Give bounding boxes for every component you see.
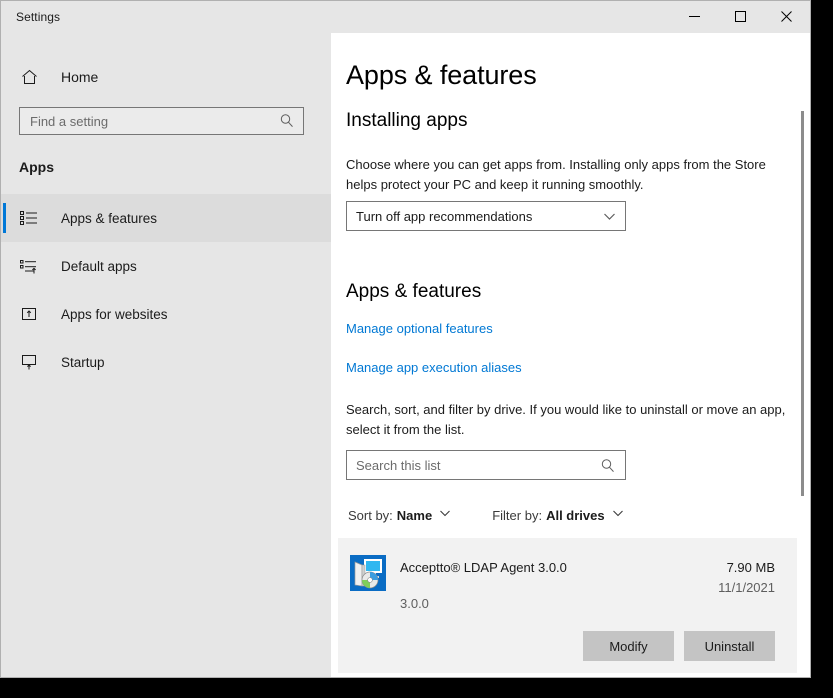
sidebar: Home Find a setting Apps Apps & features… [1, 33, 331, 677]
app-size: 7.90 MB [726, 560, 775, 575]
sidebar-item-label: Default apps [61, 258, 137, 274]
search-input-placeholder: Find a setting [30, 113, 109, 129]
chevron-down-icon [612, 506, 624, 524]
main-content-panel: Apps & features Installing apps Choose w… [331, 33, 810, 677]
sidebar-category-label: Apps [19, 159, 54, 175]
settings-window: Settings Home Find a setting Apps Apps &… [0, 0, 811, 678]
app-install-date: 11/1/2021 [718, 580, 775, 595]
scrollbar-thumb[interactable] [801, 111, 804, 496]
apps-list-description: Search, sort, and filter by drive. If yo… [346, 402, 786, 437]
app-name: Acceptto® LDAP Agent 3.0.0 [400, 560, 567, 575]
apps-features-heading: Apps & features [346, 281, 482, 302]
search-list-placeholder: Search this list [356, 457, 441, 473]
manage-app-execution-aliases-link[interactable]: Manage app execution aliases [346, 360, 522, 375]
close-button[interactable] [763, 1, 809, 32]
manage-optional-features-link[interactable]: Manage optional features [346, 321, 493, 336]
sidebar-item-label: Apps & features [61, 210, 158, 226]
page-title: Apps & features [346, 60, 537, 90]
sort-by-label: Sort by: [348, 507, 393, 523]
app-recommendations-value: Turn off app recommendations [356, 208, 533, 224]
uninstall-button[interactable]: Uninstall [684, 631, 775, 661]
minimize-icon [688, 16, 700, 17]
sidebar-item-startup[interactable]: Startup [1, 338, 331, 386]
chevron-down-icon [439, 506, 451, 524]
installing-apps-description: Choose where you can get apps from. Inst… [346, 157, 766, 192]
search-list-input[interactable]: Search this list [346, 450, 626, 480]
title-bar: Settings [1, 1, 810, 33]
chevron-down-icon [603, 210, 616, 228]
search-icon [600, 458, 616, 479]
app-monitor-disc-icon [350, 555, 386, 591]
search-input[interactable]: Find a setting [19, 107, 304, 135]
maximize-button[interactable] [717, 1, 763, 32]
selection-accent-bar [3, 203, 6, 233]
app-recommendations-dropdown[interactable]: Turn off app recommendations [346, 201, 626, 231]
app-version: 3.0.0 [400, 596, 429, 611]
box-arrow-up-icon [19, 304, 39, 324]
maximize-icon [734, 11, 746, 22]
installing-apps-heading: Installing apps [346, 110, 468, 131]
sidebar-home-label: Home [61, 69, 99, 85]
list-default-icon [19, 256, 39, 276]
list-item[interactable]: Acceptto® LDAP Agent 3.0.0 3.0.0 7.90 MB… [338, 538, 797, 673]
sort-by-dropdown[interactable]: Sort by: Name [344, 503, 455, 527]
sort-filter-row: Sort by: Name Filter by: All drives [344, 503, 628, 527]
filter-by-label: Filter by: [492, 507, 543, 523]
modify-button[interactable]: Modify [583, 631, 674, 661]
sidebar-item-apps-features[interactable]: Apps & features [1, 194, 331, 242]
home-icon [19, 67, 39, 87]
sidebar-item-label: Startup [61, 354, 105, 370]
minimize-button[interactable] [671, 1, 717, 32]
filter-by-value: All drives [546, 507, 605, 523]
window-title: Settings [16, 10, 61, 24]
sidebar-item-default-apps[interactable]: Default apps [1, 242, 331, 290]
sort-by-value: Name [396, 507, 433, 523]
sidebar-item-apps-for-websites[interactable]: Apps for websites [1, 290, 331, 338]
monitor-arrow-up-icon [19, 352, 39, 372]
filter-by-dropdown[interactable]: Filter by: All drives [488, 503, 627, 527]
close-icon [780, 11, 792, 22]
sidebar-nav-list: Apps & features Default apps Apps for we… [1, 194, 331, 386]
list-bullets-icon [19, 208, 39, 228]
search-icon [279, 113, 295, 134]
sidebar-item-home[interactable]: Home [1, 59, 331, 95]
sidebar-item-label: Apps for websites [61, 306, 168, 322]
